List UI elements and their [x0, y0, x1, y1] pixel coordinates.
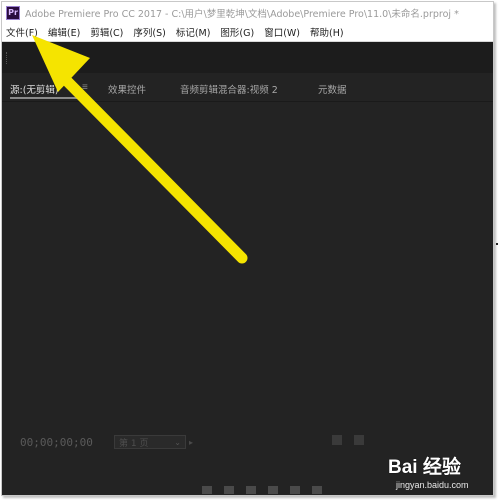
- panel-menu-icon[interactable]: ≡: [82, 82, 88, 93]
- watermark-brand: Bai 经验: [388, 457, 461, 478]
- menu-graphics[interactable]: 图形(G): [220, 25, 254, 39]
- wrench-icon[interactable]: [354, 435, 364, 445]
- play-icon[interactable]: [268, 486, 278, 494]
- title-bar: Pr Adobe Premiere Pro CC 2017 - C:\用户\梦里…: [2, 2, 493, 23]
- menu-file[interactable]: 文件(F): [6, 25, 38, 39]
- tab-effect-controls[interactable]: 效果控件: [108, 82, 146, 96]
- step-forward-icon[interactable]: [290, 486, 300, 494]
- menu-marker[interactable]: 标记(M): [176, 25, 211, 39]
- drag-grip-icon[interactable]: [6, 52, 9, 64]
- tab-source[interactable]: 源:(无剪辑): [10, 82, 59, 96]
- insert-icon[interactable]: [312, 486, 322, 494]
- stray-dot: [496, 243, 498, 245]
- page-select-dropdown[interactable]: 第 1 页 ⌄: [114, 435, 186, 449]
- step-back-icon[interactable]: [246, 486, 256, 494]
- page-select-value: 第 1 页: [119, 438, 149, 449]
- source-monitor-viewport[interactable]: [2, 102, 493, 437]
- mark-out-icon[interactable]: [224, 486, 234, 494]
- mark-in-icon[interactable]: [202, 486, 212, 494]
- watermark-url: jingyan.baidu.com: [396, 480, 469, 490]
- menu-bar: 文件(F) 编辑(E) 剪辑(C) 序列(S) 标记(M) 图形(G) 窗口(W…: [2, 23, 493, 42]
- timecode-display[interactable]: 00;00;00;00: [20, 436, 93, 449]
- app-window: Pr Adobe Premiere Pro CC 2017 - C:\用户\梦里…: [1, 1, 494, 496]
- premiere-app-icon: Pr: [6, 5, 20, 20]
- page-arrow-icon[interactable]: ▸: [189, 438, 193, 447]
- menu-edit[interactable]: 编辑(E): [48, 25, 80, 39]
- tab-audio-clip-mixer[interactable]: 音频剪辑混合器:视频 2: [180, 82, 278, 96]
- baidu-watermark: Bai 经验 jingyan.baidu.com: [388, 452, 488, 497]
- tab-metadata[interactable]: 元数据: [318, 82, 347, 96]
- panel-tab-bar: 源:(无剪辑) ≡ 效果控件 音频剪辑混合器:视频 2 元数据: [2, 75, 493, 102]
- menu-sequence[interactable]: 序列(S): [133, 25, 165, 39]
- window-title: Adobe Premiere Pro CC 2017 - C:\用户\梦里乾坤\…: [25, 8, 459, 20]
- menu-window[interactable]: 窗口(W): [264, 25, 300, 39]
- chevron-down-icon: ⌄: [174, 437, 181, 447]
- workspace-toolbar: [2, 42, 493, 73]
- settings-icon[interactable]: [332, 435, 342, 445]
- menu-clip[interactable]: 剪辑(C): [90, 25, 123, 39]
- menu-help[interactable]: 帮助(H): [310, 25, 344, 39]
- active-tab-indicator: [10, 97, 80, 99]
